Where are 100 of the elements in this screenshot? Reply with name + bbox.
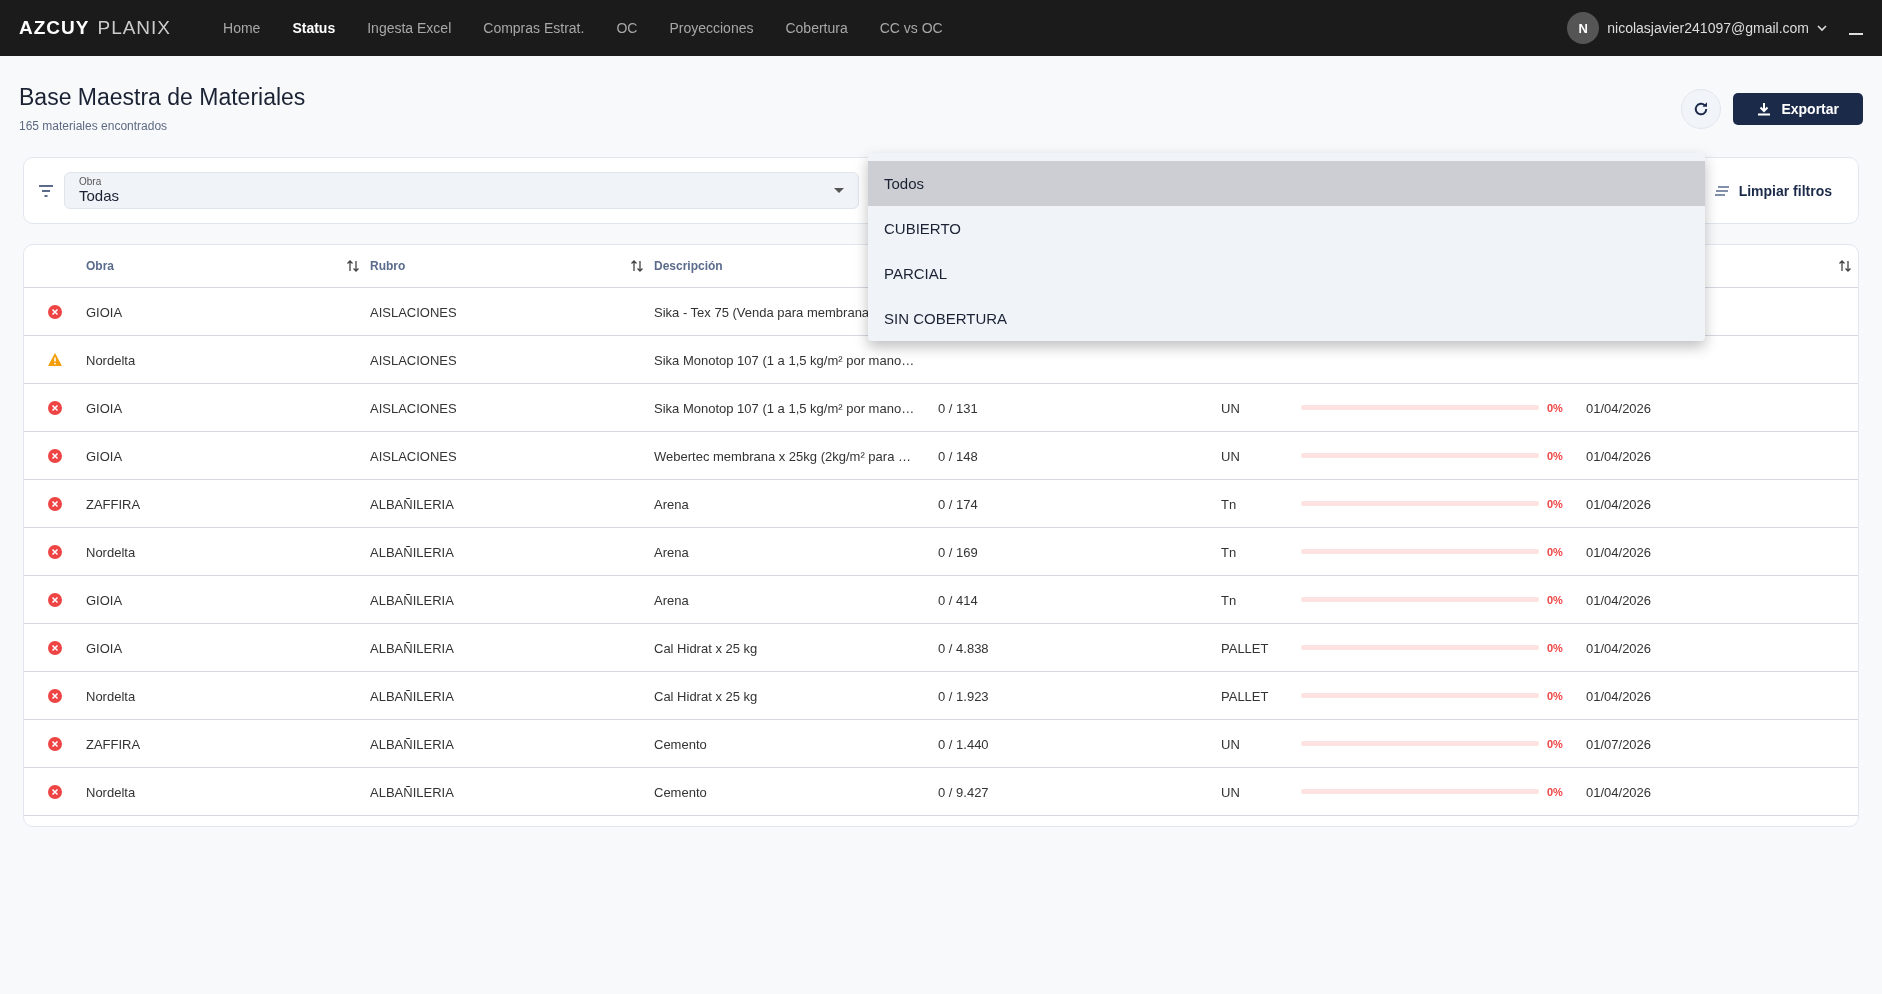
nav-link[interactable]: Ingesta Excel: [351, 14, 468, 42]
table-cell: 0 / 174: [938, 496, 978, 512]
table-cell: UN: [1221, 736, 1240, 752]
table-cell: 01/04/2026: [1586, 400, 1652, 416]
page-title: Base Maestra de Materiales: [19, 84, 306, 111]
filter-icon: [38, 184, 54, 197]
column-header[interactable]: Obra: [86, 259, 114, 273]
table-cell: 0 / 414: [938, 592, 978, 608]
table-cell: Tn: [1221, 592, 1237, 608]
table-cell: ZAFFIRA: [86, 496, 141, 512]
percent-label: 0%: [1547, 497, 1563, 510]
warning-icon: [48, 353, 62, 366]
table-cell: 01/04/2026: [1586, 784, 1652, 800]
table-cell: GIOIA: [86, 304, 123, 320]
caret-icon: [834, 188, 844, 193]
table-cell: ALBAÑILERIA: [370, 640, 454, 656]
table-cell: ALBAÑILERIA: [370, 736, 454, 752]
sort-icon[interactable]: [1838, 259, 1852, 273]
table-cell: ALBAÑILERIA: [370, 592, 454, 608]
error-icon: [48, 736, 62, 751]
table-cell: Sika Monotop 107 (1 a 1,5 kg/m² por mano…: [654, 400, 915, 416]
table-cell: Cemento: [654, 736, 707, 752]
error-icon: [48, 640, 62, 655]
user-email[interactable]: nicolasjavier241097@gmail.com: [1607, 20, 1809, 36]
table-cell: Arena: [654, 592, 689, 608]
nav-link[interactable]: CC vs OC: [863, 14, 959, 42]
dropdown-option[interactable]: Todos: [868, 161, 1705, 206]
error-icon: [48, 592, 62, 607]
table-cell: Nordelta: [86, 784, 136, 800]
table-cell: ALBAÑILERIA: [370, 544, 454, 560]
table-cell: AISLACIONES: [370, 448, 457, 464]
clear-filters-button[interactable]: Limpiar filtros: [1708, 181, 1838, 200]
percent-label: 0%: [1547, 401, 1563, 414]
dropdown-option[interactable]: PARCIAL: [868, 251, 1705, 296]
table-cell: ZAFFIRA: [86, 736, 141, 752]
table-cell: Cal Hidrat x 25 kg: [654, 640, 758, 656]
column-header[interactable]: Descripción: [654, 259, 723, 273]
table-cell: Nordelta: [86, 688, 136, 704]
table-cell: 0 / 169: [938, 544, 978, 560]
percent-label: 0%: [1547, 737, 1563, 750]
table-cell: Arena: [654, 544, 689, 560]
sort-icon[interactable]: [346, 259, 360, 273]
error-icon: [48, 544, 62, 559]
table-cell: UN: [1221, 400, 1240, 416]
table-cell: 0 / 9.427: [938, 784, 989, 800]
nav-link[interactable]: Status: [276, 14, 352, 42]
percent-label: 0%: [1547, 641, 1563, 654]
dropdown-option[interactable]: CUBIERTO: [868, 206, 1705, 251]
table-cell: GIOIA: [86, 640, 123, 656]
nav-link[interactable]: Compras Estrat.: [467, 14, 601, 42]
table-cell: 01/04/2026: [1586, 640, 1652, 656]
error-icon: [48, 304, 62, 319]
percent-label: 0%: [1547, 593, 1563, 606]
lines-icon: [1714, 185, 1729, 196]
table-cell: Webertec membrana x 25kg (2kg/m² para …: [654, 448, 911, 464]
table-cell: ALBAÑILERIA: [370, 496, 454, 512]
table-cell: 0 / 1.440: [938, 736, 989, 752]
nav-link[interactable]: OC: [600, 14, 654, 42]
table-cell: Cemento: [654, 784, 707, 800]
table-cell: Sika - Tex 75 (Venda para membrana: [654, 304, 870, 320]
export-button[interactable]: Exportar: [1733, 92, 1863, 125]
sort-icon[interactable]: [630, 259, 644, 273]
user-avatar[interactable]: N: [1567, 12, 1600, 44]
table-cell: 01/04/2026: [1586, 544, 1652, 560]
percent-label: 0%: [1547, 449, 1563, 462]
chevron-down-icon[interactable]: [1817, 24, 1827, 32]
table-cell: PALLET: [1221, 688, 1269, 704]
nav-link[interactable]: Proyecciones: [653, 14, 770, 42]
table-cell: 01/07/2026: [1586, 736, 1652, 752]
dropdown-option[interactable]: SIN COBERTURA: [868, 296, 1705, 341]
table-cell: AISLACIONES: [370, 304, 457, 320]
obra-select[interactable]: Obra Todas: [64, 172, 859, 209]
table-cell: Nordelta: [86, 544, 136, 560]
table-cell: 0 / 1.923: [938, 688, 989, 704]
error-icon: [48, 400, 62, 415]
percent-label: 0%: [1547, 689, 1563, 702]
table-cell: 01/04/2026: [1586, 592, 1652, 608]
table-cell: 01/04/2026: [1586, 688, 1652, 704]
table-cell: Nordelta: [86, 352, 136, 368]
table-cell: 0 / 4.838: [938, 640, 989, 656]
error-icon: [48, 448, 62, 463]
nav-link[interactable]: Cobertura: [769, 14, 864, 42]
table-cell: Sika Monotop 107 (1 a 1,5 kg/m² por mano…: [654, 352, 915, 368]
table-cell: Tn: [1221, 544, 1237, 560]
table-cell: GIOIA: [86, 448, 123, 464]
table-cell: 0 / 148: [938, 448, 978, 464]
table-cell: ALBAÑILERIA: [370, 688, 454, 704]
error-icon: [48, 688, 62, 703]
table-cell: 01/04/2026: [1586, 496, 1652, 512]
table-cell: AISLACIONES: [370, 352, 457, 368]
table-cell: UN: [1221, 448, 1240, 464]
table-cell: GIOIA: [86, 592, 123, 608]
table-cell: Tn: [1221, 496, 1237, 512]
table-cell: AISLACIONES: [370, 400, 457, 416]
table-cell: UN: [1221, 784, 1240, 800]
column-header[interactable]: Rubro: [370, 259, 406, 273]
brand-logo-text: PLANIX: [97, 17, 172, 39]
table-cell: Cal Hidrat x 25 kg: [654, 688, 758, 704]
nav-link[interactable]: Home: [207, 14, 277, 42]
table-cell: 0 / 131: [938, 400, 978, 416]
